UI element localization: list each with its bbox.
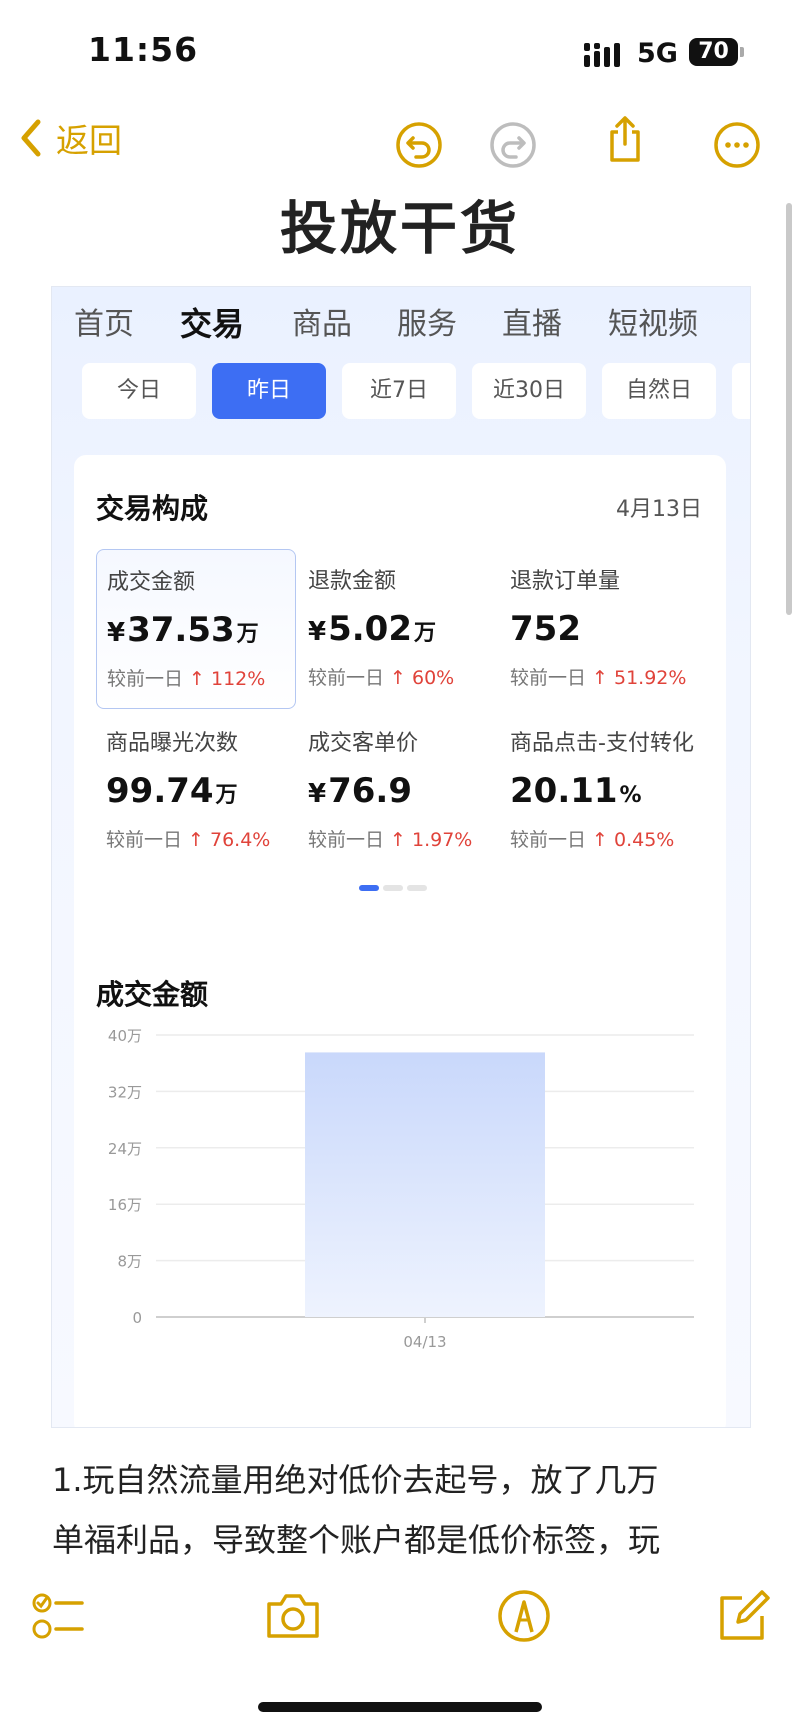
compose-button[interactable] xyxy=(712,1586,772,1646)
metric-label: 成交金额 xyxy=(107,570,196,595)
page-dot-active xyxy=(359,885,379,891)
battery-cap xyxy=(740,47,744,57)
more-icon xyxy=(714,122,760,168)
tab-service: 服务 xyxy=(397,307,457,342)
metric-exposure: 商品曝光次数 99.74万 较前一日 ↑ 76.4% xyxy=(96,711,294,869)
scrollbar[interactable] xyxy=(786,203,792,615)
chip-natural-day: 自然日 xyxy=(602,363,716,419)
metric-label: 成交客单价 xyxy=(308,731,419,756)
chart-title: 成交金额 xyxy=(96,978,209,1011)
metric-conversion: 商品点击-支付转化 20.11% 较前一日 ↑ 0.45% xyxy=(500,711,698,869)
home-indicator[interactable] xyxy=(258,1702,542,1712)
more-button[interactable] xyxy=(712,120,762,170)
chip-7days: 近7日 xyxy=(342,363,456,419)
y-tick-label: 8万 xyxy=(117,1253,142,1271)
tab-goods: 商品 xyxy=(292,307,352,342)
back-button[interactable]: 返回 xyxy=(16,114,122,162)
back-label: 返回 xyxy=(56,121,122,160)
date-chips: 今日 昨日 近7日 近30日 自然日 xyxy=(52,363,750,423)
delta-up: ↑ 51.92% xyxy=(592,667,687,689)
page-dot xyxy=(407,885,427,891)
page-dot xyxy=(383,885,403,891)
share-button[interactable] xyxy=(600,114,650,164)
undo-icon xyxy=(396,122,442,168)
metric-label: 退款金额 xyxy=(308,569,397,594)
delta-up: ↑ 0.45% xyxy=(592,829,675,851)
screenshot-tabs: 首页 交易 商品 服务 直播 短视频 xyxy=(52,287,750,357)
chevron-left-icon xyxy=(21,119,41,157)
card-title: 交易构成 xyxy=(96,492,209,525)
metric-compare: 较前一日 ↑ 1.97% xyxy=(308,829,473,851)
metric-compare: 较前一日 ↑ 76.4% xyxy=(106,829,271,851)
metric-value: ¥37.53万 xyxy=(107,610,259,650)
card-date: 4月13日 xyxy=(616,497,702,522)
pen-markup-icon xyxy=(498,1590,550,1642)
tab-home: 首页 xyxy=(74,307,134,342)
metric-value: 752 xyxy=(510,609,581,649)
camera-icon xyxy=(267,1594,319,1638)
checklist-button[interactable] xyxy=(30,1586,90,1646)
y-tick-label: 16万 xyxy=(108,1196,142,1214)
bar xyxy=(305,1052,545,1317)
network-type: 5G xyxy=(637,38,678,69)
metric-label: 商品点击-支付转化 xyxy=(510,731,694,756)
delta-up: ↑ 1.97% xyxy=(390,829,473,851)
chip-today: 今日 xyxy=(82,363,196,419)
undo-button[interactable] xyxy=(394,120,444,170)
metric-compare: 较前一日 ↑ 60% xyxy=(308,667,455,689)
metric-compare: 较前一日 ↑ 112% xyxy=(107,668,266,690)
chip-yesterday: 昨日 xyxy=(212,363,326,419)
metric-refund-amount: 退款金额 ¥5.02万 较前一日 ↑ 60% xyxy=(298,549,496,707)
tab-trade: 交易 xyxy=(180,305,245,343)
signal-icon xyxy=(584,43,620,67)
metric-value: ¥5.02万 xyxy=(308,609,436,649)
nav-bar: 返回 xyxy=(0,100,800,180)
status-time: 11:56 xyxy=(88,30,199,69)
metric-avg-order: 成交客单价 ¥76.9 较前一日 ↑ 1.97% xyxy=(298,711,496,869)
y-tick-label: 24万 xyxy=(108,1140,142,1158)
delta-up: ↑ 112% xyxy=(189,668,266,690)
metric-compare: 较前一日 ↑ 51.92% xyxy=(510,667,687,689)
note-body[interactable]: 1.玩自然流量用绝对低价去起号，放了几万 单福利品，导致整个账户都是低价标签，玩 xyxy=(52,1450,752,1570)
y-tick-label: 0 xyxy=(132,1309,142,1327)
metric-refund-orders: 退款订单量 752 较前一日 ↑ 51.92% xyxy=(500,549,698,707)
tab-live: 直播 xyxy=(502,307,562,342)
embedded-screenshot[interactable]: 首页 交易 商品 服务 直播 短视频 今日 昨日 近7日 近30日 自然日 交易… xyxy=(51,286,751,1428)
battery-icon: 70 xyxy=(689,38,738,66)
gmv-chart: 0 8万 16万 24万 32万 40万 04/13 xyxy=(108,1027,694,1351)
delta-up: ↑ 76.4% xyxy=(188,829,271,851)
metric-compare: 较前一日 ↑ 0.45% xyxy=(510,829,675,851)
trade-composition-card: 交易构成 4月13日 成交金额 ¥37.53万 较前一日 ↑ 112% 退款金额 … xyxy=(74,455,726,1427)
share-icon xyxy=(610,116,640,162)
metric-value: 99.74万 xyxy=(106,771,238,811)
chip-partial xyxy=(732,363,750,419)
chip-30days: 近30日 xyxy=(472,363,586,419)
redo-button[interactable] xyxy=(488,120,538,170)
y-tick-label: 40万 xyxy=(108,1027,142,1045)
y-tick-label: 32万 xyxy=(108,1083,142,1101)
markup-button[interactable] xyxy=(494,1586,554,1646)
body-line: 1.玩自然流量用绝对低价去起号，放了几万 xyxy=(52,1461,659,1499)
camera-button[interactable] xyxy=(263,1586,323,1646)
note-title: 投放干货 xyxy=(280,196,520,262)
x-tick-label: 04/13 xyxy=(403,1333,446,1351)
redo-icon xyxy=(490,122,536,168)
tab-short-video: 短视频 xyxy=(608,307,698,342)
metric-gmv: 成交金额 ¥37.53万 较前一日 ↑ 112% xyxy=(96,549,296,709)
metric-label: 商品曝光次数 xyxy=(106,731,239,756)
battery-level: 70 xyxy=(698,39,729,64)
checklist-icon xyxy=(32,1593,84,1639)
compose-icon xyxy=(720,1590,770,1640)
metric-value: 20.11% xyxy=(510,771,642,811)
status-bar: 11:56 5G 70 xyxy=(0,0,800,90)
delta-up: ↑ 60% xyxy=(390,667,455,689)
metric-value: ¥76.9 xyxy=(308,771,412,811)
metric-label: 退款订单量 xyxy=(510,569,621,594)
bottom-toolbar xyxy=(0,1560,800,1670)
